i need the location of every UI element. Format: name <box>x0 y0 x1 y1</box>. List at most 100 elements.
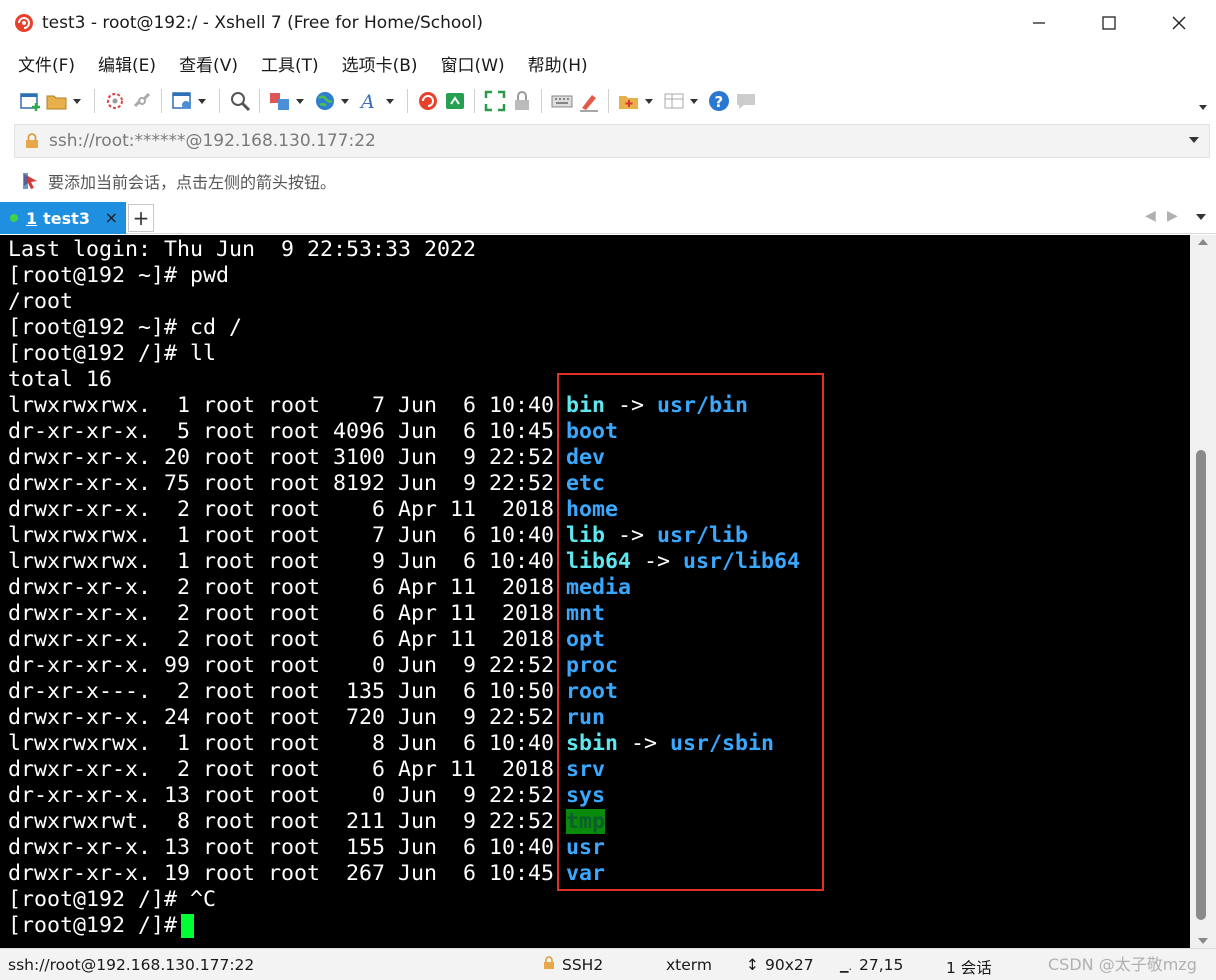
resize-icon: ↕ <box>746 956 759 974</box>
new-tab-button[interactable]: + <box>128 204 154 232</box>
connect-icon[interactable] <box>103 89 127 113</box>
prompt-text: [root@192 /]# <box>8 913 178 938</box>
address-value[interactable]: ssh://root:******@192.168.130.177:22 <box>49 131 376 151</box>
scroll-up-icon[interactable] <box>1198 239 1208 245</box>
close-window-button[interactable] <box>1144 0 1214 46</box>
file-name: bin <box>566 393 606 418</box>
menu-file[interactable]: 文件(F) <box>14 51 79 76</box>
terminal-scrollbar[interactable] <box>1190 235 1216 948</box>
lock-icon[interactable] <box>510 89 534 113</box>
find-icon[interactable] <box>228 89 252 113</box>
file-name: srv <box>566 757 606 782</box>
ls-entry-name: mnt <box>566 601 605 627</box>
window-title: test3 - root@192:/ - Xshell 7 (Free for … <box>42 13 484 33</box>
toolbar-separator <box>474 89 475 113</box>
font-dropdown[interactable] <box>385 89 395 113</box>
ls-entry-meta: drwxr-xr-x. 19 root root 267 Jun 6 10:45 <box>8 861 555 886</box>
tab-menu-icon[interactable] <box>1196 214 1206 220</box>
menu-help[interactable]: 帮助(H) <box>524 51 592 76</box>
ls-entry-name: tmp <box>566 809 606 835</box>
ls-entry-name: usr <box>566 835 605 861</box>
hint-bar: 要添加当前会话，点击左侧的箭头按钮。 <box>14 162 1210 200</box>
menu-view[interactable]: 查看(V) <box>175 51 242 76</box>
symlink-target: usr/bin <box>657 393 749 418</box>
maximize-button[interactable] <box>1074 0 1144 46</box>
ls-entry-meta: dr-xr-xr-x. 5 root root 4096 Jun 6 10:45 <box>8 419 555 444</box>
connected-status-icon <box>10 214 18 222</box>
terminal-line: [root@192 /]# ^C <box>8 887 217 912</box>
layout-dropdown[interactable] <box>689 89 699 113</box>
ls-entry-name: run <box>566 705 605 731</box>
add-session-arrow-icon[interactable] <box>22 172 40 190</box>
terminal-output[interactable]: Last login: Thu Jun 9 22:53:33 2022 [root… <box>0 235 1190 948</box>
minimize-button[interactable] <box>1004 0 1074 46</box>
fullscreen-icon[interactable] <box>483 89 507 113</box>
keyboard-icon[interactable] <box>550 89 574 113</box>
properties-icon[interactable] <box>170 89 194 113</box>
toolbar-separator <box>407 89 408 113</box>
symlink-arrow: -> <box>605 393 658 418</box>
toolbar-separator <box>541 89 542 113</box>
toolbar-overflow-icon[interactable] <box>1198 104 1208 112</box>
ls-entry-name: sbin -> usr/sbin <box>566 731 774 757</box>
ls-entry-name: opt <box>566 627 605 653</box>
terminal-line: /root <box>8 289 74 314</box>
menu-window[interactable]: 窗口(W) <box>437 51 509 76</box>
tab-test3[interactable]: 1 test3 × <box>0 202 126 234</box>
globe-icon[interactable] <box>313 89 337 113</box>
ls-entry-name: sys <box>566 783 605 809</box>
xshell-icon[interactable] <box>416 89 440 113</box>
tab-close-icon[interactable]: × <box>105 208 118 227</box>
ls-entry-name: boot <box>566 419 618 445</box>
chat-icon[interactable] <box>734 89 758 113</box>
globe-dropdown[interactable] <box>340 89 350 113</box>
ls-entry-meta: drwxr-xr-x. 2 root root 6 Apr 11 2018 <box>8 627 555 652</box>
open-dropdown[interactable] <box>72 89 82 113</box>
symlink-arrow: -> <box>618 731 671 756</box>
highlight-icon[interactable] <box>577 89 601 113</box>
open-folder-icon[interactable] <box>45 89 69 113</box>
ls-entry-meta: drwxr-xr-x. 20 root root 3100 Jun 9 22:5… <box>8 445 555 470</box>
ls-entry-meta: lrwxrwxrwx. 1 root root 7 Jun 6 10:40 <box>8 523 555 548</box>
scroll-down-icon[interactable] <box>1198 938 1208 944</box>
address-dropdown-icon[interactable] <box>1189 137 1199 143</box>
symlink-target: usr/lib <box>657 523 749 548</box>
tab-label: test3 <box>43 208 90 228</box>
file-name: dev <box>566 445 606 470</box>
new-session-icon[interactable] <box>18 89 42 113</box>
add-folder-icon[interactable] <box>617 89 641 113</box>
symlink-arrow: -> <box>605 523 658 548</box>
file-name: sbin <box>566 731 619 756</box>
properties-dropdown[interactable] <box>197 89 207 113</box>
file-name: run <box>566 705 606 730</box>
toolbar-separator <box>94 89 95 113</box>
scroll-thumb[interactable] <box>1196 450 1206 920</box>
terminal-line: total 16 <box>8 367 113 392</box>
ls-entry-meta: dr-xr-xr-x. 13 root root 0 Jun 9 22:52 <box>8 783 555 808</box>
xftp-icon[interactable] <box>443 89 467 113</box>
menu-tabs[interactable]: 选项卡(B) <box>338 51 422 76</box>
address-bar[interactable]: ssh://root:******@192.168.130.177:22 <box>14 124 1210 158</box>
status-sessions: 1 会话 <box>946 959 992 977</box>
lock-icon <box>26 133 38 148</box>
ls-entry-meta: drwxr-xr-x. 13 root root 155 Jun 6 10:40 <box>8 835 555 860</box>
disconnect-icon[interactable] <box>130 89 154 113</box>
toolbar-separator <box>219 89 220 113</box>
font-icon[interactable]: A <box>358 89 382 113</box>
menu-tools[interactable]: 工具(T) <box>257 51 323 76</box>
ls-entry-name: etc <box>566 471 605 497</box>
menu-edit[interactable]: 编辑(E) <box>94 51 160 76</box>
tab-prev-icon[interactable]: ◀ <box>1145 208 1156 224</box>
file-name: opt <box>566 627 606 652</box>
terminal-line: [root@192 ~]# cd / <box>8 315 243 340</box>
transfer-dropdown[interactable] <box>295 89 305 113</box>
file-name: root <box>566 679 619 704</box>
tab-next-icon[interactable]: ▶ <box>1167 208 1178 224</box>
layout-icon[interactable] <box>662 89 686 113</box>
help-icon[interactable]: ? <box>707 89 731 113</box>
add-folder-dropdown[interactable] <box>644 89 654 113</box>
toolbar: A ? <box>0 80 1216 122</box>
transfer-icon[interactable] <box>268 89 292 113</box>
ls-entry-name: dev <box>566 445 605 471</box>
watermark: CSDN @太子敬mzg <box>1048 955 1197 974</box>
